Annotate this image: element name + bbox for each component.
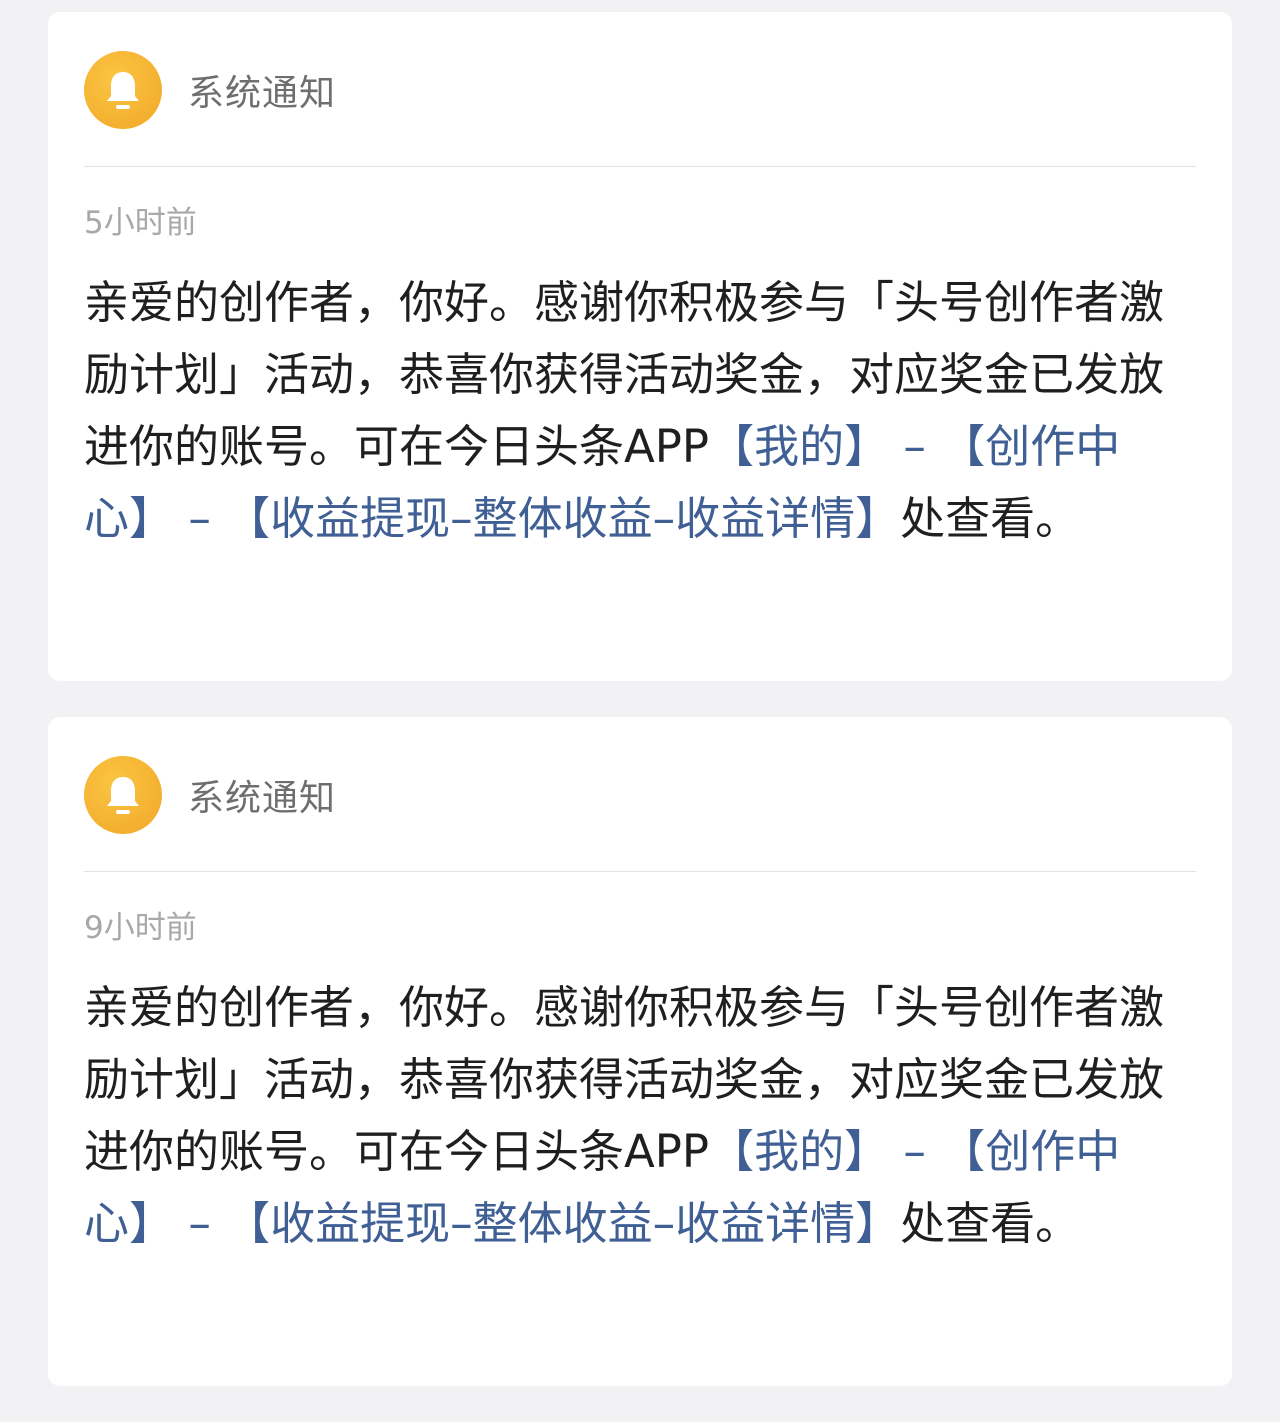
- notification-message: 亲爱的创作者，你好。感谢你积极参与「头号创作者激励计划」活动，恭喜你获得活动奖金…: [84, 972, 1208, 1260]
- bell-icon: [107, 72, 139, 109]
- notification-header: 系统通知: [84, 51, 336, 129]
- system-avatar[interactable]: [84, 51, 162, 129]
- separator: –: [174, 1197, 226, 1250]
- message-text-end: 处查看。: [900, 492, 1081, 545]
- timestamp: 5小时前: [84, 205, 197, 241]
- timestamp: 9小时前: [84, 910, 197, 946]
- separator: –: [889, 1125, 941, 1178]
- notification-header: 系统通知: [84, 756, 336, 834]
- notification-card[interactable]: 系统通知 9小时前 亲爱的创作者，你好。感谢你积极参与「头号创作者激励计划」活动…: [48, 717, 1232, 1386]
- link-mine[interactable]: 【我的】: [709, 420, 889, 473]
- notification-list: 系统通知 5小时前 亲爱的创作者，你好。感谢你积极参与「头号创作者激励计划」活动…: [48, 12, 1232, 1422]
- separator: –: [889, 420, 941, 473]
- system-avatar[interactable]: [84, 756, 162, 834]
- bell-icon: [107, 777, 139, 814]
- link-earnings-details[interactable]: 【收益提现–整体收益–收益详情】: [225, 492, 900, 545]
- divider: [84, 871, 1196, 872]
- notification-card[interactable]: 系统通知 5小时前 亲爱的创作者，你好。感谢你积极参与「头号创作者激励计划」活动…: [48, 12, 1232, 681]
- link-earnings-details[interactable]: 【收益提现–整体收益–收益详情】: [225, 1197, 900, 1250]
- sender-name: 系统通知: [188, 73, 337, 114]
- message-text-end: 处查看。: [900, 1197, 1081, 1250]
- sender-name: 系统通知: [188, 778, 337, 819]
- notification-message: 亲爱的创作者，你好。感谢你积极参与「头号创作者激励计划」活动，恭喜你获得活动奖金…: [84, 267, 1208, 555]
- divider: [84, 166, 1196, 167]
- separator: –: [174, 492, 226, 545]
- link-mine[interactable]: 【我的】: [709, 1125, 889, 1178]
